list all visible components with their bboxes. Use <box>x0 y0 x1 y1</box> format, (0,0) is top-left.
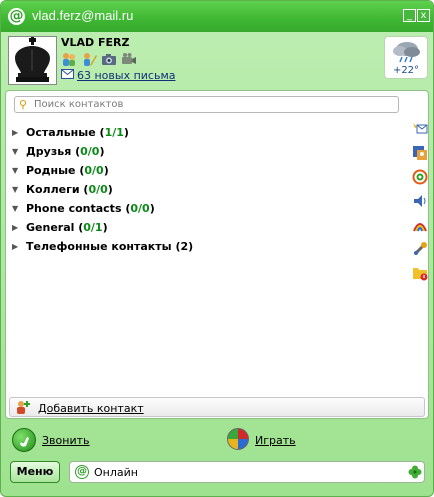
online-status-icon: @ <box>75 465 89 479</box>
sms-icon[interactable] <box>412 121 428 137</box>
group-count: 1/1 <box>104 126 124 139</box>
friends-icon[interactable] <box>61 51 77 67</box>
title-bar[interactable]: @ vlad.ferz@mail.ru _ x <box>1 1 433 32</box>
mail-at-icon[interactable] <box>412 169 428 185</box>
add-contact-link[interactable]: Добавить контакт <box>38 402 144 415</box>
expand-arrow-icon[interactable]: ▶ <box>12 128 26 137</box>
settings-tools-icon[interactable] <box>412 241 428 257</box>
close-button[interactable]: x <box>417 9 430 22</box>
play-link[interactable]: Играть <box>255 434 296 447</box>
minimize-button[interactable]: _ <box>403 9 416 22</box>
contact-group[interactable]: ▶ Телефонные контакты (2) <box>12 237 193 256</box>
call-link[interactable]: Звонить <box>42 434 90 447</box>
search-input[interactable] <box>34 98 394 111</box>
chess-king-icon <box>15 36 50 82</box>
group-name: Телефонные контакты <box>26 240 172 253</box>
new-mail-link[interactable]: 63 новых письма <box>77 69 176 82</box>
contact-group[interactable]: ▶ General (0/1) <box>12 218 193 237</box>
contact-group[interactable]: ▼ Phone contacts (0/0) <box>12 199 193 218</box>
clover-icon[interactable] <box>408 465 422 479</box>
sound-icon[interactable] <box>412 193 428 209</box>
app-logo-icon: @ <box>8 8 25 25</box>
group-count: 0/0 <box>88 183 108 196</box>
add-contact-bar[interactable]: Добавить контакт <box>9 397 425 417</box>
group-name: Остальные <box>26 126 96 139</box>
expand-arrow-icon[interactable]: ▶ <box>12 223 26 232</box>
camera-icon[interactable] <box>101 51 117 67</box>
group-name: Коллеги <box>26 183 80 196</box>
group-count: 2 <box>180 240 189 253</box>
group-count: 0/0 <box>80 145 100 158</box>
games-icon[interactable] <box>227 428 249 450</box>
menu-button[interactable]: Меню <box>10 461 60 483</box>
nickname[interactable]: VLAD FERZ <box>61 36 129 49</box>
collapse-arrow-icon[interactable]: ▼ <box>12 166 26 175</box>
group-count: 0/1 <box>83 221 103 234</box>
contact-group[interactable]: ▼ Друзья (0/0) <box>12 142 193 161</box>
search-box[interactable]: ⚲ <box>14 96 399 113</box>
group-count: 0/0 <box>84 164 104 177</box>
edit-profile-icon[interactable] <box>81 51 97 67</box>
contact-list-panel: ⚲ ▶ Остальные (1/1) ▼ Друзья (0/0) ▼ Род… <box>5 90 429 419</box>
search-icon: ⚲ <box>19 98 28 111</box>
video-camera-icon[interactable] <box>121 51 137 67</box>
collapse-arrow-icon[interactable]: ▼ <box>12 204 26 213</box>
rainbow-icon[interactable] <box>412 217 428 233</box>
mail-notification[interactable]: 63 новых письма <box>61 69 176 82</box>
contact-group[interactable]: ▶ Остальные (1/1) <box>12 123 193 142</box>
contact-groups: ▶ Остальные (1/1) ▼ Друзья (0/0) ▼ Родны… <box>12 123 193 256</box>
group-name: Друзья <box>26 145 72 158</box>
side-toolbar <box>412 121 428 289</box>
group-name: General <box>26 221 75 234</box>
group-name: Phone contacts <box>26 202 122 215</box>
group-count: 0/0 <box>130 202 150 215</box>
collapse-arrow-icon[interactable]: ▼ <box>12 185 26 194</box>
profile-status-icons <box>61 51 137 67</box>
status-text: Онлайн <box>94 466 138 479</box>
window-title: vlad.ferz@mail.ru <box>32 8 134 23</box>
cloudy-rain-weather-icon <box>393 42 420 63</box>
collapse-arrow-icon[interactable]: ▼ <box>12 147 26 156</box>
agent-window: @ vlad.ferz@mail.ru _ x VLAD FERZ 63 нов… <box>0 0 434 497</box>
folder-alert-icon[interactable] <box>412 265 428 281</box>
group-name: Родные <box>26 164 76 177</box>
weather-temperature: +22° <box>392 65 420 76</box>
contact-group[interactable]: ▼ Коллеги (0/0) <box>12 180 193 199</box>
avatar[interactable] <box>8 36 57 85</box>
contact-group[interactable]: ▼ Родные (0/0) <box>12 161 193 180</box>
phone-call-icon[interactable] <box>12 428 36 452</box>
expand-arrow-icon[interactable]: ▶ <box>12 242 26 251</box>
status-selector[interactable]: @ Онлайн <box>69 461 425 483</box>
contacts-book-icon[interactable] <box>412 145 428 161</box>
envelope-icon <box>61 69 74 82</box>
weather-widget[interactable]: +22° <box>384 36 428 79</box>
add-contact-icon <box>15 399 31 415</box>
